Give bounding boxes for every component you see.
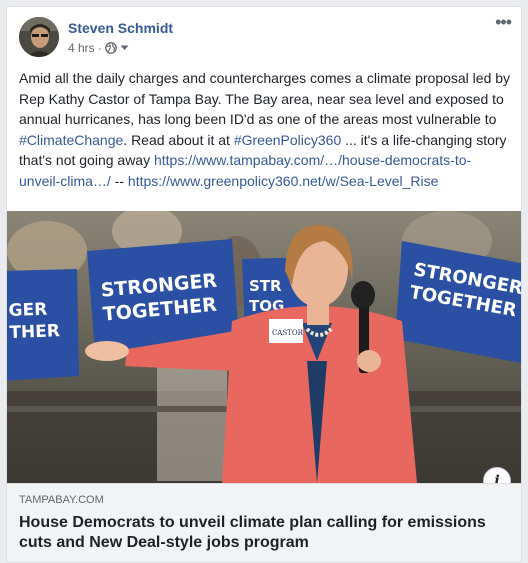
hashtag-link[interactable]: #GreenPolicy360 bbox=[234, 132, 341, 148]
sign: STRONGER TOGETHER bbox=[87, 239, 239, 351]
sign-text: THER bbox=[9, 321, 60, 343]
meta-separator: · bbox=[97, 41, 102, 55]
globe-icon[interactable] bbox=[104, 42, 117, 54]
chevron-down-icon[interactable] bbox=[120, 45, 129, 51]
more-options-icon[interactable]: ••• bbox=[495, 13, 512, 31]
author-name[interactable]: Steven Schmidt bbox=[68, 20, 173, 36]
link-preview-footer[interactable]: TAMPABAY.COM House Democrats to unveil c… bbox=[7, 483, 521, 562]
post-text-part: -- bbox=[110, 172, 128, 189]
name-tag-text: CASTOR bbox=[272, 329, 304, 337]
post-text-part: . Read about it at bbox=[123, 131, 234, 148]
post-text: Amid all the daily charges and counterch… bbox=[19, 68, 511, 191]
sign-text: STR bbox=[249, 277, 282, 295]
link-domain: TAMPABAY.COM bbox=[19, 494, 104, 506]
url-link[interactable]: https://www.greenpolicy360.net/w/Sea-Lev… bbox=[128, 173, 439, 189]
post-text-part: Amid all the daily charges and counterch… bbox=[19, 70, 511, 127]
hashtag-link[interactable]: #ClimateChange bbox=[19, 132, 123, 148]
post-timestamp[interactable]: 4 hrs bbox=[68, 41, 95, 55]
post-meta: 4 hrs · bbox=[68, 41, 129, 55]
sign-text: GER bbox=[8, 300, 47, 321]
link-headline[interactable]: House Democrats to unveil climate plan c… bbox=[19, 513, 509, 553]
link-preview-image[interactable]: GER THER STRONGER TOGETHER STR TOG STRON… bbox=[7, 211, 521, 483]
avatar[interactable] bbox=[19, 17, 59, 57]
post-card: Steven Schmidt 4 hrs · ••• Amid all the … bbox=[6, 6, 522, 563]
sign: GER THER bbox=[7, 269, 79, 381]
